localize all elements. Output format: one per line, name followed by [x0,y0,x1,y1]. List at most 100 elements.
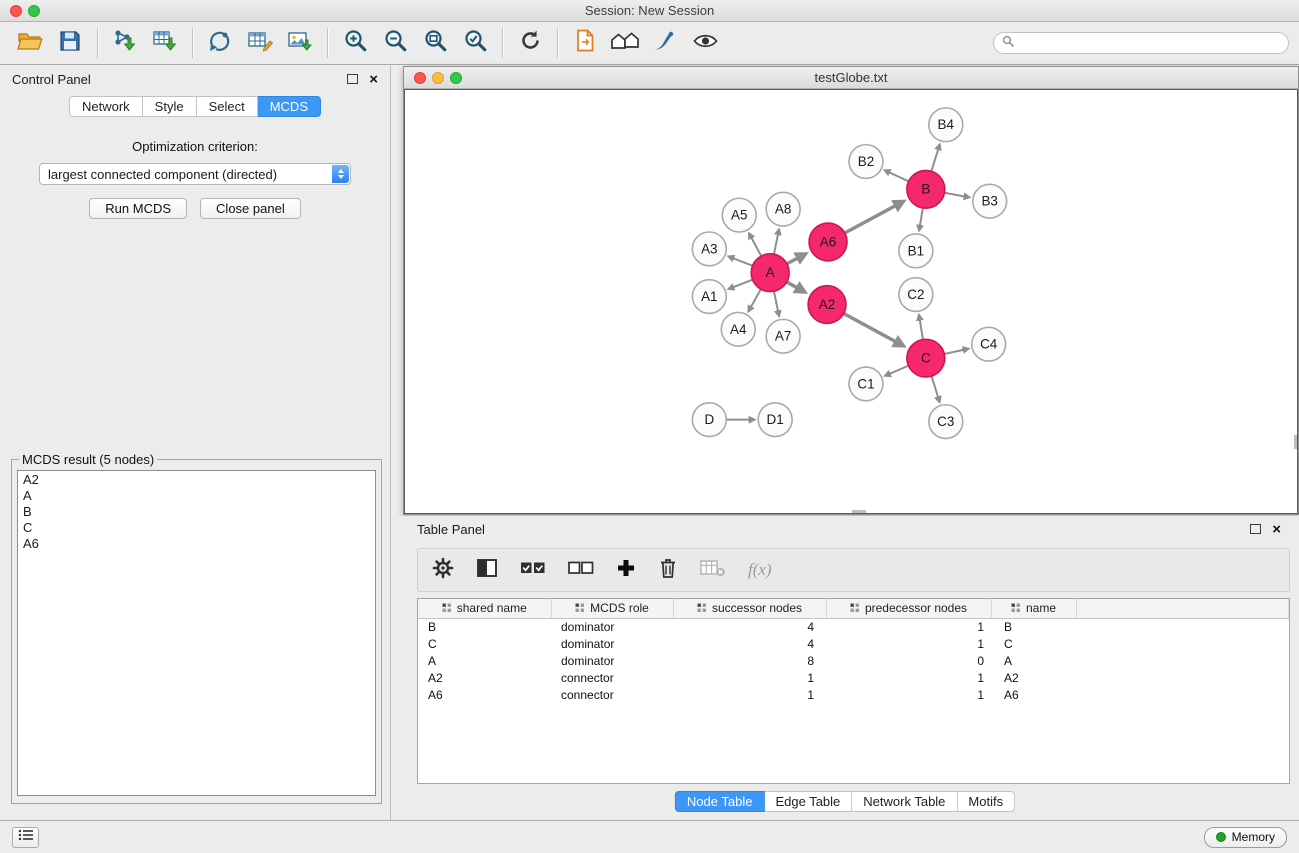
graph-node-A[interactable]: A [751,254,789,292]
graph-edge-B-B4[interactable] [931,145,939,172]
graph-node-B2[interactable]: B2 [849,145,883,179]
table-row[interactable]: Bdominator41B [418,618,1289,635]
show-columns-button[interactable] [476,558,498,583]
graph-edge-A-A5[interactable] [749,233,761,256]
graph-edge-A2-C[interactable] [844,314,903,346]
zoom-selected-button[interactable] [455,25,495,61]
table-cell[interactable]: A [418,652,551,669]
graph-edge-A-A1[interactable] [729,280,753,289]
zoom-window-button[interactable] [28,5,40,17]
zoom-out-button[interactable] [375,25,415,61]
graph-edge-C-C1[interactable] [885,366,908,376]
select-all-button[interactable] [520,559,546,582]
graph-node-D1[interactable]: D1 [758,403,792,437]
table-settings-button[interactable] [432,557,454,584]
graph-edge-B-B1[interactable] [919,208,923,230]
open-session-button[interactable] [10,25,50,61]
graph-node-A1[interactable]: A1 [692,280,726,314]
tab-edge-table[interactable]: Edge Table [764,791,852,812]
table-cell[interactable]: 1 [826,618,991,635]
search-box[interactable] [993,32,1289,54]
table-cell[interactable]: B [418,618,551,635]
graph-node-C1[interactable]: C1 [849,367,883,401]
add-column-button[interactable] [616,558,636,583]
tab-network[interactable]: Network [69,96,143,117]
table-cell[interactable]: 1 [826,669,991,686]
delete-column-button[interactable] [658,557,678,584]
graph-node-B[interactable]: B [907,170,945,208]
minimize-network-window-button[interactable] [432,72,444,84]
table-cell[interactable]: 8 [673,652,826,669]
refresh-layout-button[interactable] [510,25,550,61]
edit-table-button[interactable] [240,25,280,61]
graph-node-C4[interactable]: C4 [972,327,1006,361]
home-views-button[interactable] [605,25,645,61]
clone-network-button[interactable] [200,25,240,61]
search-input[interactable] [1019,36,1280,50]
table-cell[interactable]: 4 [673,635,826,652]
show-hide-button[interactable] [685,25,725,61]
vertical-scroll-indicator[interactable] [1294,435,1297,449]
table-row[interactable]: A6connector11A6 [418,686,1289,703]
mcds-result-list[interactable]: A2ABCA6 [17,470,376,796]
mcds-result-item[interactable]: B [18,504,375,520]
table-row[interactable]: Adominator80A [418,652,1289,669]
table-cell[interactable]: C [991,635,1076,652]
zoom-network-window-button[interactable] [450,72,462,84]
graph-edge-B-B2[interactable] [885,170,909,181]
horizontal-scroll-indicator[interactable] [852,510,866,513]
open-document-button[interactable] [565,25,605,61]
mcds-result-item[interactable]: A [18,488,375,504]
graph-node-A2[interactable]: A2 [808,286,846,324]
deselect-all-button[interactable] [568,559,594,582]
criterion-dropdown[interactable]: largest connected component (directed) [39,163,351,185]
close-window-button[interactable] [10,5,22,17]
table-cell[interactable]: B [991,618,1076,635]
save-session-button[interactable] [50,25,90,61]
table-cell[interactable]: A6 [991,686,1076,703]
tab-motifs[interactable]: Motifs [957,791,1015,812]
graph-node-A3[interactable]: A3 [692,232,726,266]
float-panel-icon[interactable] [347,74,358,84]
table-cell[interactable]: A2 [991,669,1076,686]
graph-node-A5[interactable]: A5 [722,198,756,232]
table-row[interactable]: Cdominator41C [418,635,1289,652]
tab-style[interactable]: Style [143,96,197,117]
graph-edge-C-C3[interactable] [932,376,940,402]
table-cell[interactable]: 1 [673,686,826,703]
table-cell[interactable]: 4 [673,618,826,635]
table-cell[interactable]: dominator [551,635,673,652]
float-table-panel-icon[interactable] [1250,524,1261,534]
graph-node-A6[interactable]: A6 [809,223,847,261]
graph-node-B4[interactable]: B4 [929,108,963,142]
table-cell[interactable]: 1 [826,686,991,703]
table-cell[interactable]: A6 [418,686,551,703]
table-row[interactable]: A2connector11A2 [418,669,1289,686]
tab-node-table[interactable]: Node Table [675,791,765,812]
graph-node-A7[interactable]: A7 [766,319,800,353]
table-cell[interactable]: connector [551,686,673,703]
mcds-result-item[interactable]: A2 [18,472,375,488]
graph-edge-A-A6[interactable] [787,254,805,264]
close-table-panel-icon[interactable]: × [1272,522,1281,537]
mcds-result-item[interactable]: A6 [18,536,375,552]
tab-network-table[interactable]: Network Table [852,791,957,812]
table-cell[interactable]: 1 [826,635,991,652]
run-mcds-button[interactable]: Run MCDS [89,198,187,219]
graph-node-B1[interactable]: B1 [899,234,933,268]
close-network-window-button[interactable] [414,72,426,84]
graph-node-B3[interactable]: B3 [973,184,1007,218]
graph-node-C2[interactable]: C2 [899,278,933,312]
graph-node-A4[interactable]: A4 [721,312,755,346]
table-cell[interactable]: A [991,652,1076,669]
mcds-result-item[interactable]: C [18,520,375,536]
close-panel-icon[interactable]: × [369,72,378,87]
graph-edge-C-C4[interactable] [944,349,968,354]
import-table-button[interactable] [145,25,185,61]
table-cell[interactable]: C [418,635,551,652]
memory-button[interactable]: Memory [1204,827,1287,848]
column-header-name[interactable]: name [991,599,1076,618]
graph-edge-A-A3[interactable] [729,257,753,266]
tab-select[interactable]: Select [197,96,258,117]
column-header-shared-name[interactable]: shared name [418,599,551,618]
